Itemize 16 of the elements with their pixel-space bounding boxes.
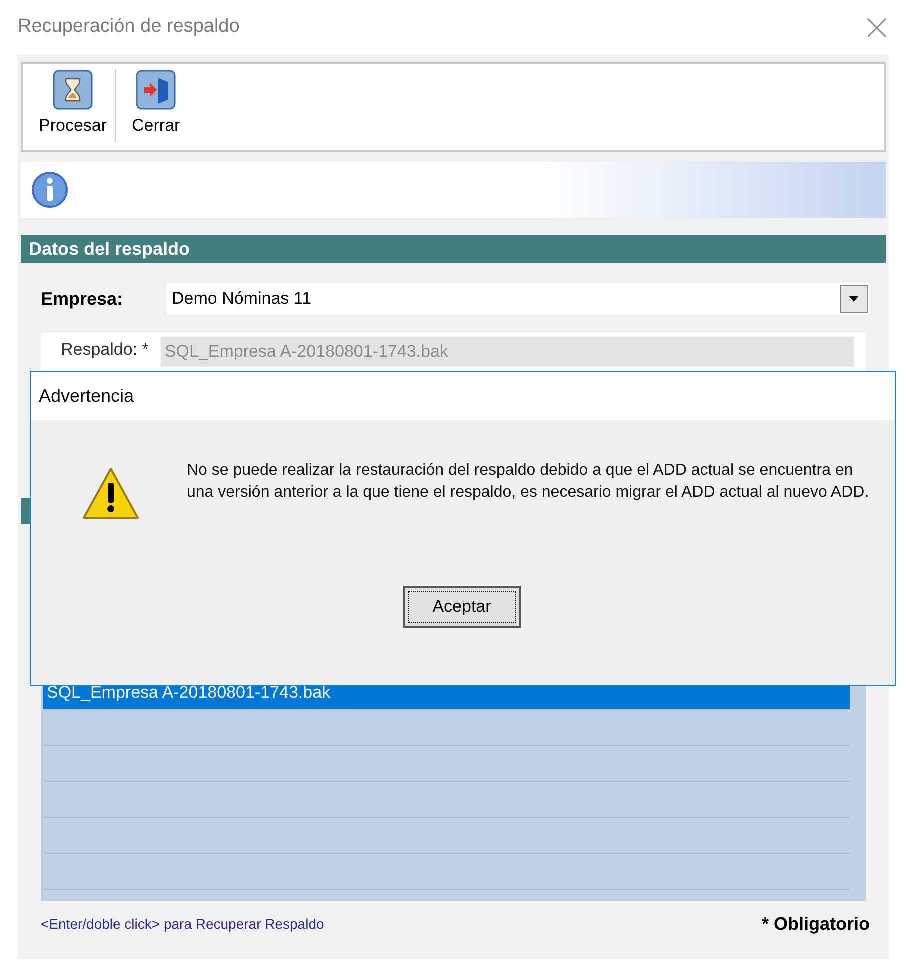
required-note: * Obligatorio (762, 913, 870, 936)
window-title: Recuperación de respaldo (18, 15, 240, 40)
section-title: Datos del respaldo (29, 238, 190, 261)
accept-button[interactable]: Aceptar (403, 586, 521, 628)
respaldo-label: Respaldo: * (61, 339, 149, 361)
info-icon (31, 171, 69, 209)
warning-icon (81, 466, 141, 522)
close-icon (866, 16, 888, 38)
hourglass-icon (53, 70, 94, 110)
hint-text: <Enter/doble click> para Recuperar Respaldo (41, 915, 324, 934)
toolbar-button[interactable]: Procesar (33, 70, 114, 138)
empresa-dropdown[interactable]: Demo Nóminas 11 (167, 283, 870, 315)
empresa-label: Empresa: (41, 288, 124, 311)
toolbar-button[interactable]: Cerrar (126, 70, 186, 142)
dialog-title: Advertencia (39, 384, 134, 408)
dialog-message: No se puede realizar la restauración del respaldo debido a que el ADD actual se encuentra en una versión anterior a la que tiene el respaldo, es necesario migrar el ADD actual al nuevo ADD. (187, 461, 870, 503)
